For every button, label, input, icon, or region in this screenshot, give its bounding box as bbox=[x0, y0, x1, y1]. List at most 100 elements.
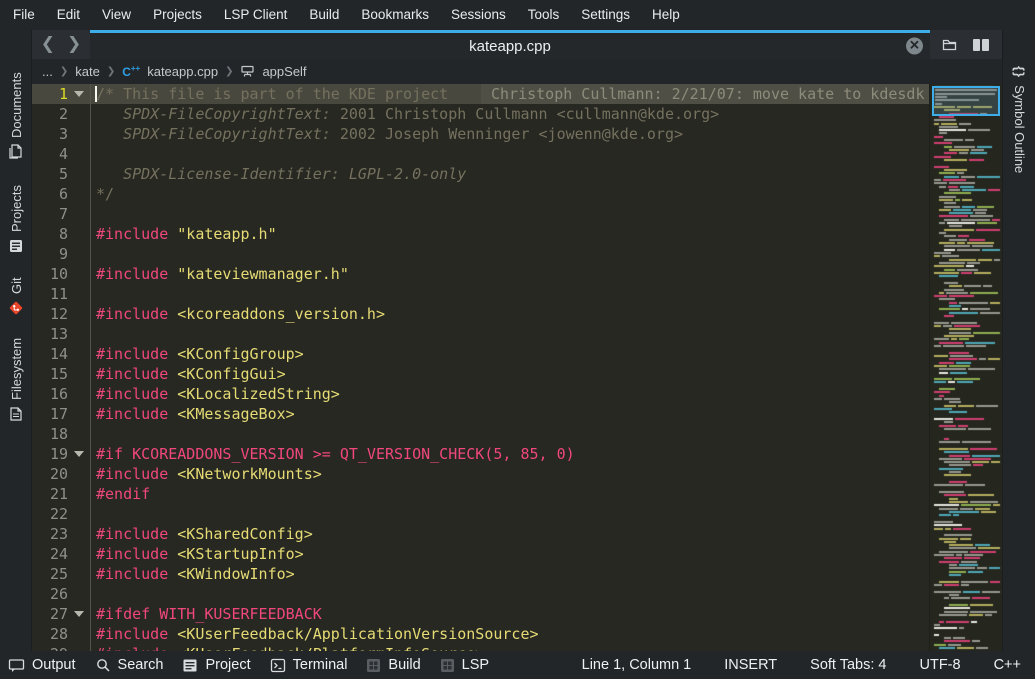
code-line[interactable]: 25#include <KWindowInfo> bbox=[32, 564, 929, 584]
sidebar-tab-documents[interactable]: Documents bbox=[0, 66, 32, 164]
statusbar-tool-project[interactable]: Project bbox=[182, 657, 250, 673]
code-line[interactable]: 20#include <KNetworkMounts> bbox=[32, 464, 929, 484]
menu-item-build[interactable]: Build bbox=[298, 0, 350, 30]
code-token: <KConfigGroup> bbox=[177, 345, 303, 363]
code-text bbox=[90, 424, 929, 444]
code-line[interactable]: 5 SPDX-License-Identifier: LGPL-2.0-only bbox=[32, 164, 929, 184]
code-line[interactable]: 17#include <KMessageBox> bbox=[32, 404, 929, 424]
history-forward-icon[interactable]: ❯ bbox=[67, 36, 81, 53]
code-line[interactable]: 11 bbox=[32, 284, 929, 304]
menu-item-sessions[interactable]: Sessions bbox=[440, 0, 517, 30]
code-editor[interactable]: 1/* This file is part of the KDE project… bbox=[32, 84, 1002, 651]
document-tab[interactable]: kateapp.cpp ✕ bbox=[90, 30, 930, 59]
line-number: 23 bbox=[32, 525, 68, 543]
fold-arrow-icon[interactable] bbox=[74, 611, 84, 617]
code-line[interactable]: 22 bbox=[32, 504, 929, 524]
symbol-icon bbox=[240, 65, 255, 78]
code-pane[interactable]: 1/* This file is part of the KDE project… bbox=[32, 84, 929, 651]
statusbar-tool-label: Terminal bbox=[293, 657, 348, 673]
code-text: #ifdef WITH_KUSERFEEDBACK bbox=[90, 604, 929, 624]
menu-item-settings[interactable]: Settings bbox=[570, 0, 641, 30]
code-line[interactable]: 27#ifdef WITH_KUSERFEEDBACK bbox=[32, 604, 929, 624]
code-line[interactable]: 7 bbox=[32, 204, 929, 224]
line-number: 2 bbox=[32, 105, 68, 123]
code-line[interactable]: 23#include <KSharedConfig> bbox=[32, 524, 929, 544]
breadcrumb-item-appSelf[interactable]: appSelf bbox=[262, 64, 306, 79]
code-line[interactable]: 12#include <kcoreaddons_version.h> bbox=[32, 304, 929, 324]
line-number: 12 bbox=[32, 305, 68, 323]
code-token: #ifdef WITH_KUSERFEEDBACK bbox=[96, 605, 322, 623]
code-line[interactable]: 6*/ bbox=[32, 184, 929, 204]
menu-item-lsp-client[interactable]: LSP Client bbox=[213, 0, 299, 30]
code-line[interactable]: 29#include <KUserFeedback/PlatformInfoSo… bbox=[32, 644, 929, 651]
code-text bbox=[90, 244, 929, 264]
menu-item-tools[interactable]: Tools bbox=[517, 0, 571, 30]
code-token: #if KCOREADDONS_VERSION >= QT_VERSION_CH… bbox=[96, 445, 575, 463]
fold-arrow-icon[interactable] bbox=[74, 451, 84, 457]
code-line[interactable]: 10#include "kateviewmanager.h" bbox=[32, 264, 929, 284]
code-line[interactable]: 21#endif bbox=[32, 484, 929, 504]
breadcrumb-item-[interactable]: ... bbox=[42, 64, 53, 79]
code-line[interactable]: 1/* This file is part of the KDE project… bbox=[32, 84, 929, 104]
line-number: 13 bbox=[32, 325, 68, 343]
split-view-icon[interactable] bbox=[972, 38, 990, 52]
statusbar-tool-build[interactable]: Build bbox=[366, 657, 420, 673]
filesystem-icon bbox=[8, 406, 24, 422]
line-number: 19 bbox=[32, 445, 68, 463]
code-line[interactable]: 14#include <KConfigGroup> bbox=[32, 344, 929, 364]
code-line[interactable]: 4 bbox=[32, 144, 929, 164]
breadcrumb-item-kateappcpp[interactable]: kateapp.cpp bbox=[147, 64, 218, 79]
history-back-icon[interactable]: ❮ bbox=[41, 36, 55, 53]
open-folder-icon[interactable] bbox=[942, 37, 959, 52]
statusbar-info-0[interactable]: Line 1, Column 1 bbox=[582, 657, 692, 673]
code-line[interactable]: 19 #if KCOREADDONS_VERSION >= QT_VERSION_… bbox=[32, 444, 929, 464]
code-text: #include <KMessageBox> bbox=[90, 404, 929, 424]
code-line[interactable]: 3 SPDX-FileCopyrightText: 2002 Joseph We… bbox=[32, 124, 929, 144]
code-line[interactable]: 26 bbox=[32, 584, 929, 604]
statusbar-info-2[interactable]: Soft Tabs: 4 bbox=[810, 657, 886, 673]
fold-column[interactable] bbox=[68, 91, 90, 97]
menu-item-view[interactable]: View bbox=[91, 0, 142, 30]
minimap-scrollbar[interactable] bbox=[929, 84, 1002, 651]
fold-arrow-icon[interactable] bbox=[74, 91, 84, 97]
menu-item-edit[interactable]: Edit bbox=[46, 0, 91, 30]
code-token: "kateapp.h" bbox=[177, 225, 276, 243]
statusbar-info-3[interactable]: UTF-8 bbox=[919, 657, 960, 673]
right-sidebar-strip: {}Symbol Outline bbox=[1002, 30, 1035, 651]
statusbar-tool-search[interactable]: Search bbox=[95, 657, 164, 673]
breadcrumb-item-kate[interactable]: kate bbox=[75, 64, 100, 79]
code-line[interactable]: 13 bbox=[32, 324, 929, 344]
main-row: DocumentsProjectsGitFilesystem ❮ ❯ katea… bbox=[0, 30, 1035, 651]
tab-bar: ❮ ❯ kateapp.cpp ✕ bbox=[32, 30, 1002, 59]
line-number: 25 bbox=[32, 565, 68, 583]
code-token: SPDX-FileCopyrightText: bbox=[96, 125, 331, 143]
sidebar-tab-projects[interactable]: Projects bbox=[0, 170, 32, 258]
statusbar-tool-terminal[interactable]: Terminal bbox=[270, 657, 348, 673]
minimap-viewport[interactable] bbox=[932, 86, 1000, 116]
statusbar-tool-output[interactable]: Output bbox=[8, 657, 76, 673]
code-line[interactable]: 15#include <KConfigGui> bbox=[32, 364, 929, 384]
menu-item-bookmarks[interactable]: Bookmarks bbox=[350, 0, 440, 30]
code-line[interactable]: 2 SPDX-FileCopyrightText: 2001 Christoph… bbox=[32, 104, 929, 124]
code-line[interactable]: 28#include <KUserFeedback/ApplicationVer… bbox=[32, 624, 929, 644]
sidebar-tab-filesystem[interactable]: Filesystem bbox=[0, 326, 32, 426]
statusbar-info-4[interactable]: C++ bbox=[994, 657, 1021, 673]
code-line[interactable]: 24#include <KStartupInfo> bbox=[32, 544, 929, 564]
code-text bbox=[90, 324, 929, 344]
menu-item-projects[interactable]: Projects bbox=[142, 0, 213, 30]
code-line[interactable]: 8#include "kateapp.h" bbox=[32, 224, 929, 244]
statusbar-tool-lsp[interactable]: LSP bbox=[440, 657, 489, 673]
statusbar-info-1[interactable]: INSERT bbox=[724, 657, 777, 673]
code-line[interactable]: 9 bbox=[32, 244, 929, 264]
line-number: 6 bbox=[32, 185, 68, 203]
code-token: <KNetworkMounts> bbox=[177, 465, 322, 483]
fold-column[interactable] bbox=[68, 451, 90, 457]
statusbar-tool-label: Output bbox=[32, 657, 76, 673]
code-line[interactable]: 16#include <KLocalizedString> bbox=[32, 384, 929, 404]
tab-close-icon[interactable]: ✕ bbox=[906, 38, 923, 55]
sidebar-tab-git[interactable]: Git bbox=[0, 264, 32, 320]
fold-column[interactable] bbox=[68, 611, 90, 617]
code-line[interactable]: 18 bbox=[32, 424, 929, 444]
menu-item-help[interactable]: Help bbox=[641, 0, 691, 30]
menu-item-file[interactable]: File bbox=[2, 0, 46, 30]
